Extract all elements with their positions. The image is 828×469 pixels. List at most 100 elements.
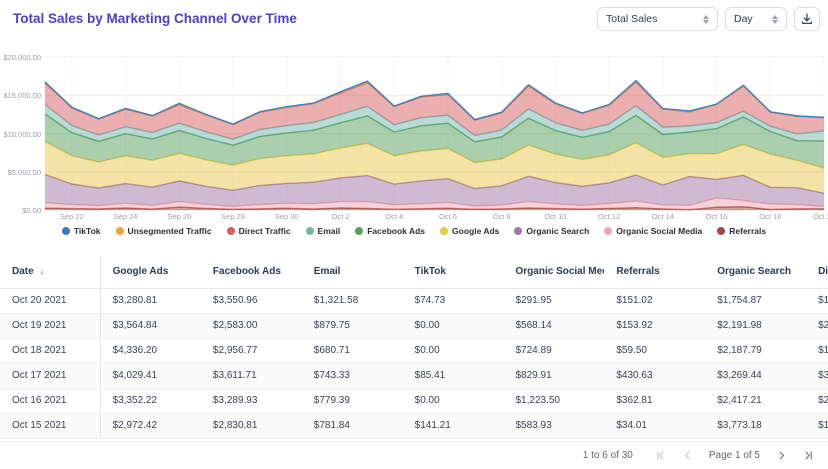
- last-page-icon: [803, 450, 814, 461]
- cell-referrals: $153.92: [604, 313, 705, 338]
- first-page-button[interactable]: [655, 450, 666, 461]
- x-tick-label: Sep 26: [149, 212, 209, 221]
- pagination-controls: Page 1 of 5: [655, 450, 814, 461]
- column-header-facebook-ads[interactable]: Facebook Ads: [201, 256, 302, 288]
- y-tick-label: $10,000.00: [0, 130, 41, 139]
- column-header-organic-search[interactable]: Organic Search: [705, 256, 806, 288]
- legend-dot-icon: [227, 227, 235, 235]
- cell-google-ads: $3,564.84: [100, 313, 201, 338]
- cell-organic-search: $2,191.98: [705, 313, 806, 338]
- x-tick-label: Oct 2: [310, 212, 370, 221]
- cell-google-ads: $4,336.20: [100, 338, 201, 363]
- cell-facebook-ads: $2,956.77: [201, 338, 302, 363]
- legend-dot-icon: [62, 227, 70, 235]
- column-header-tiktok[interactable]: TikTok: [403, 256, 504, 288]
- cell-organic-social-media: $1,223.50: [504, 388, 605, 413]
- cell-google-ads: $3,352.22: [100, 388, 201, 413]
- legend-dot-icon: [440, 227, 448, 235]
- column-header-date[interactable]: Date↓: [0, 256, 100, 288]
- x-tick-label: Oct 20: [794, 212, 828, 221]
- download-button[interactable]: [794, 7, 820, 31]
- cell-tiktok: $0.00: [403, 388, 504, 413]
- legend-label: Google Ads: [452, 226, 499, 236]
- cell-organic-social-media: $583.93: [504, 413, 605, 438]
- cell-referrals: $430.63: [604, 363, 705, 388]
- table-row[interactable]: Oct 18 2021$4,336.20$2,956.77$680.71$0.0…: [0, 338, 828, 363]
- cell-tiktok: $0.00: [403, 313, 504, 338]
- x-tick-label: Oct 16: [687, 212, 747, 221]
- legend-item-tiktok[interactable]: TikTok: [62, 226, 101, 236]
- row-range-summary: 1 to 6 of 30: [583, 450, 633, 461]
- table-row[interactable]: Oct 19 2021$3,564.84$2,583.00$879.75$0.0…: [0, 313, 828, 338]
- cell-date: Oct 19 2021: [0, 313, 100, 338]
- cell-email: $879.75: [302, 313, 403, 338]
- cell-direct-traffic: $1,876.33: [806, 338, 828, 363]
- page-title: Total Sales by Marketing Channel Over Ti…: [13, 11, 297, 26]
- legend-item-unsegmented-traffic[interactable]: Unsegmented Traffic: [116, 226, 212, 236]
- column-header-organic-social-media[interactable]: Organic Social Media: [504, 256, 605, 288]
- cell-organic-search: $2,417.21: [705, 388, 806, 413]
- interval-select[interactable]: Day: [725, 7, 787, 31]
- legend-label: Organic Search: [526, 226, 589, 236]
- cell-google-ads: $4,029.41: [100, 363, 201, 388]
- cell-email: $781.84: [302, 413, 403, 438]
- previous-page-button[interactable]: [682, 450, 693, 461]
- x-tick-label: Sep 30: [257, 212, 317, 221]
- data-table-container[interactable]: Date↓Google AdsFacebook AdsEmailTikTokOr…: [0, 256, 828, 442]
- cell-facebook-ads: $3,611.71: [201, 363, 302, 388]
- table-row[interactable]: Oct 20 2021$3,280.81$3,550.96$1,321.58$7…: [0, 288, 828, 313]
- legend-label: Facebook Ads: [367, 226, 425, 236]
- cell-organic-social-media: $291.95: [504, 288, 605, 313]
- cell-google-ads: $2,972.42: [100, 413, 201, 438]
- next-page-button[interactable]: [776, 450, 787, 461]
- legend-item-organic-search[interactable]: Organic Search: [514, 226, 589, 236]
- column-header-referrals[interactable]: Referrals: [604, 256, 705, 288]
- cell-organic-social-media: $568.14: [504, 313, 605, 338]
- legend-item-direct-traffic[interactable]: Direct Traffic: [227, 226, 291, 236]
- legend-label: TikTok: [74, 226, 101, 236]
- chevron-updown-icon: [772, 15, 778, 24]
- x-tick-label: Sep 28: [203, 212, 263, 221]
- first-page-icon: [655, 450, 666, 461]
- header-controls: Total Sales Day: [597, 7, 820, 31]
- download-icon: [800, 12, 814, 26]
- column-header-email[interactable]: Email: [302, 256, 403, 288]
- chart-plot: [45, 57, 824, 210]
- legend-dot-icon: [604, 227, 612, 235]
- metric-select[interactable]: Total Sales: [597, 7, 718, 31]
- cell-direct-traffic: $3,301.29: [806, 363, 828, 388]
- cell-facebook-ads: $2,830.81: [201, 413, 302, 438]
- legend-dot-icon: [355, 227, 363, 235]
- cell-email: $743.33: [302, 363, 403, 388]
- cell-referrals: $34.01: [604, 413, 705, 438]
- cell-date: Oct 17 2021: [0, 363, 100, 388]
- legend-dot-icon: [306, 227, 314, 235]
- chevron-right-icon: [776, 450, 787, 461]
- last-page-button[interactable]: [803, 450, 814, 461]
- table-row[interactable]: Oct 15 2021$2,972.42$2,830.81$781.84$141…: [0, 413, 828, 438]
- legend-item-referrals[interactable]: Referrals: [717, 226, 766, 236]
- cell-facebook-ads: $3,550.96: [201, 288, 302, 313]
- table-row[interactable]: Oct 16 2021$3,352.22$3,289.93$779.39$0.0…: [0, 388, 828, 413]
- y-tick-label: $5,000.00: [0, 168, 41, 177]
- legend-item-email[interactable]: Email: [306, 226, 341, 236]
- column-header-google-ads[interactable]: Google Ads: [100, 256, 201, 288]
- legend-label: Unsegmented Traffic: [128, 226, 212, 236]
- column-header-direct-traffic[interactable]: Direct Traffic: [806, 256, 828, 288]
- cell-date: Oct 18 2021: [0, 338, 100, 363]
- y-tick-label: $20,000.00: [0, 53, 41, 62]
- x-tick-label: Oct 10: [525, 212, 585, 221]
- cell-organic-search: $1,754.87: [705, 288, 806, 313]
- legend-item-facebook-ads[interactable]: Facebook Ads: [355, 226, 425, 236]
- x-tick-label: Sep 22: [42, 212, 102, 221]
- cell-google-ads: $3,280.81: [100, 288, 201, 313]
- chevron-left-icon: [682, 450, 693, 461]
- legend-item-organic-social-media[interactable]: Organic Social Media: [604, 226, 702, 236]
- x-tick-label: Oct 12: [579, 212, 639, 221]
- table-row[interactable]: Oct 17 2021$4,029.41$3,611.71$743.33$85.…: [0, 363, 828, 388]
- cell-direct-traffic: $1,698.52: [806, 288, 828, 313]
- chevron-updown-icon: [703, 15, 709, 24]
- cell-tiktok: $141.21: [403, 413, 504, 438]
- legend-item-google-ads[interactable]: Google Ads: [440, 226, 499, 236]
- cell-referrals: $59.50: [604, 338, 705, 363]
